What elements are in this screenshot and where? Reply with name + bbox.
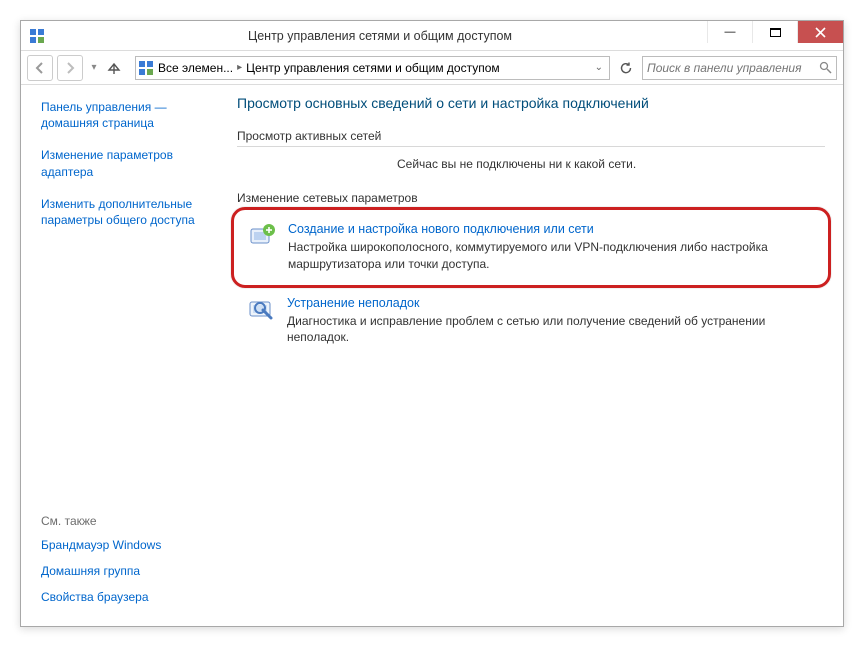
task-desc: Настройка широкополосного, коммутируемог… [288,239,814,273]
search-icon [819,61,832,74]
sidebar-link-home[interactable]: Панель управления — домашняя страница [41,99,209,131]
new-connection-icon [248,222,276,250]
task-text: Устранение неполадок Диагностика и испра… [287,296,815,347]
task-troubleshoot[interactable]: Устранение неполадок Диагностика и испра… [237,288,825,355]
search-input[interactable] [647,61,819,75]
toolbar: ▾ Все элемен... ▸ Центр управления сетям… [21,51,843,85]
sidebar-link-sharing[interactable]: Изменить дополнительные параметры общего… [41,196,209,228]
breadcrumb-item[interactable]: Центр управления сетями и общим доступом [246,61,500,75]
troubleshoot-icon [247,296,275,324]
page-heading: Просмотр основных сведений о сети и наст… [237,95,825,111]
window-title: Центр управления сетями и общим доступом [53,29,707,43]
history-dropdown[interactable]: ▾ [87,55,101,81]
see-also-homegroup[interactable]: Домашняя группа [41,564,209,578]
address-bar[interactable]: Все элемен... ▸ Центр управления сетями … [135,56,610,80]
chevron-right-icon: ▸ [237,62,242,73]
maximize-button[interactable] [752,21,797,43]
window-body: Панель управления — домашняя страница Из… [21,85,843,626]
address-dropdown[interactable]: ⌄ [591,62,607,73]
search-box[interactable] [642,56,837,80]
change-settings-label: Изменение сетевых параметров [237,191,825,205]
task-new-connection[interactable]: Создание и настройка нового подключения … [231,207,831,288]
forward-button[interactable] [57,55,83,81]
see-also-heading: См. также [41,514,209,528]
minimize-button[interactable]: — [707,21,752,43]
task-title[interactable]: Создание и настройка нового подключения … [288,222,814,236]
task-desc: Диагностика и исправление проблем с сеть… [287,313,815,347]
task-text: Создание и настройка нового подключения … [288,222,814,273]
refresh-button[interactable] [614,56,638,80]
control-panel-window: Центр управления сетями и общим доступом… [20,20,844,627]
main-content: Просмотр основных сведений о сети и наст… [221,85,843,626]
app-icon [29,28,45,44]
window-controls: — [707,21,843,50]
breadcrumb-item[interactable]: Все элемен... [158,61,233,75]
back-button[interactable] [27,55,53,81]
sidebar-link-adapter[interactable]: Изменение параметров адаптера [41,147,209,179]
task-list: Создание и настройка нового подключения … [237,207,825,354]
active-networks-label: Просмотр активных сетей [237,129,825,147]
up-button[interactable] [107,61,127,75]
breadcrumb-icon [138,60,154,76]
see-also-browser[interactable]: Свойства браузера [41,590,209,604]
no-network-message: Сейчас вы не подключены ни к какой сети. [397,157,825,171]
task-title[interactable]: Устранение неполадок [287,296,815,310]
close-button[interactable] [797,21,843,43]
see-also-firewall[interactable]: Брандмауэр Windows [41,538,209,552]
titlebar: Центр управления сетями и общим доступом… [21,21,843,51]
sidebar: Панель управления — домашняя страница Из… [21,85,221,626]
